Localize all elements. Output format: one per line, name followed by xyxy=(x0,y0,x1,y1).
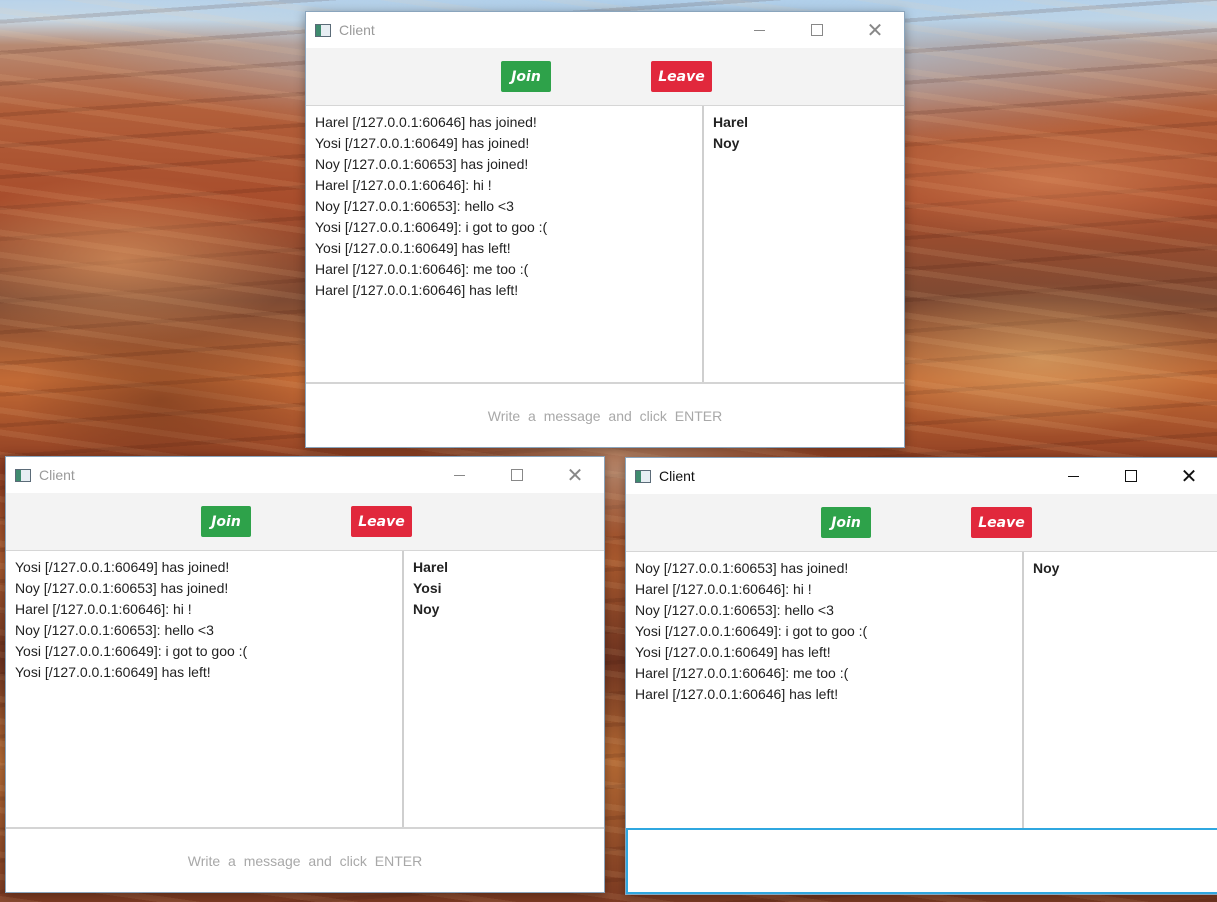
maximize-icon xyxy=(511,469,523,481)
close-icon: ✕ xyxy=(1180,464,1198,488)
title-bar[interactable]: Client ✕ xyxy=(306,12,904,48)
users-list[interactable]: Harel Noy xyxy=(704,106,904,382)
join-button[interactable]: Join xyxy=(501,61,551,92)
app-window-icon xyxy=(315,23,331,37)
close-button[interactable]: ✕ xyxy=(1160,458,1217,494)
users-list[interactable]: Harel Yosi Noy xyxy=(404,551,604,827)
app-window-icon xyxy=(15,468,31,482)
user-item[interactable]: Harel xyxy=(413,557,595,578)
minimize-button[interactable] xyxy=(730,12,788,48)
close-button[interactable]: ✕ xyxy=(546,457,604,493)
message-item: Noy [/127.0.0.1:60653]: hello <3 xyxy=(315,198,514,214)
message-item: Yosi [/127.0.0.1:60649] has left! xyxy=(315,240,511,256)
close-icon: ✕ xyxy=(566,463,584,487)
message-item: Noy [/127.0.0.1:60653] has joined! xyxy=(635,560,849,576)
message-item: Noy [/127.0.0.1:60653]: hello <3 xyxy=(15,622,214,638)
maximize-button[interactable] xyxy=(788,12,846,48)
leave-button[interactable]: Leave xyxy=(351,506,412,537)
message-item: Noy [/127.0.0.1:60653] has joined! xyxy=(15,580,229,596)
message-item: Yosi [/127.0.0.1:60649]: i got to goo :( xyxy=(315,219,548,235)
message-input-box[interactable] xyxy=(6,827,604,893)
minimize-button[interactable] xyxy=(430,457,488,493)
message-item: Harel [/127.0.0.1:60646]: hi ! xyxy=(635,581,812,597)
message-item: Harel [/127.0.0.1:60646]: me too :( xyxy=(635,665,849,681)
maximize-icon xyxy=(811,24,823,36)
message-item: Harel [/127.0.0.1:60646]: me too :( xyxy=(315,261,529,277)
message-item: Harel [/127.0.0.1:60646] has joined! xyxy=(315,114,537,130)
message-item: Harel [/127.0.0.1:60646] has left! xyxy=(315,282,519,298)
minimize-icon xyxy=(453,474,465,476)
messages-list[interactable]: Noy [/127.0.0.1:60653] has joined! Harel … xyxy=(626,552,1024,828)
close-button[interactable]: ✕ xyxy=(846,12,904,48)
message-item: Harel [/127.0.0.1:60646]: hi ! xyxy=(15,601,192,617)
app-window-icon xyxy=(635,469,651,483)
window-title: Client xyxy=(659,468,695,484)
window-title: Client xyxy=(39,467,75,483)
user-item[interactable]: Noy xyxy=(713,133,895,154)
message-input-box[interactable] xyxy=(306,382,904,448)
minimize-button[interactable] xyxy=(1044,458,1102,494)
message-item: Yosi [/127.0.0.1:60649] has left! xyxy=(15,664,211,680)
user-item[interactable]: Harel xyxy=(713,112,895,133)
message-item: Noy [/127.0.0.1:60653] has joined! xyxy=(315,156,529,172)
client-window-bottom-left[interactable]: Client ✕ Join Leave Yosi [/127.0.0.1:606… xyxy=(5,456,605,893)
message-input[interactable] xyxy=(306,383,904,448)
minimize-icon xyxy=(1067,475,1079,477)
message-item: Yosi [/127.0.0.1:60649]: i got to goo :( xyxy=(635,623,868,639)
maximize-button[interactable] xyxy=(488,457,546,493)
message-item: Yosi [/127.0.0.1:60649]: i got to goo :( xyxy=(15,643,248,659)
client-window-bottom-right[interactable]: Client ✕ Join Leave Noy [/127.0.0.1:6065… xyxy=(625,457,1217,895)
leave-button[interactable]: Leave xyxy=(651,61,712,92)
toolbar: Join Leave xyxy=(306,48,904,106)
message-item: Harel [/127.0.0.1:60646]: hi ! xyxy=(315,177,492,193)
messages-list[interactable]: Yosi [/127.0.0.1:60649] has joined! Noy [… xyxy=(6,551,404,827)
message-item: Noy [/127.0.0.1:60653]: hello <3 xyxy=(635,602,834,618)
message-input-box[interactable] xyxy=(626,828,1217,894)
message-item: Yosi [/127.0.0.1:60649] has joined! xyxy=(15,559,230,575)
user-item[interactable]: Noy xyxy=(1033,558,1217,579)
join-button[interactable]: Join xyxy=(821,507,871,538)
message-item: Yosi [/127.0.0.1:60649] has joined! xyxy=(315,135,530,151)
close-icon: ✕ xyxy=(866,18,884,42)
message-input[interactable] xyxy=(6,828,604,893)
title-bar[interactable]: Client ✕ xyxy=(626,458,1217,494)
message-item: Harel [/127.0.0.1:60646] has left! xyxy=(635,686,839,702)
minimize-icon xyxy=(753,29,765,31)
maximize-icon xyxy=(1125,470,1137,482)
user-item[interactable]: Noy xyxy=(413,599,595,620)
client-window-top[interactable]: Client ✕ Join Leave Harel [/127.0.0.1:60… xyxy=(305,11,905,448)
users-list[interactable]: Noy xyxy=(1024,552,1217,828)
messages-list[interactable]: Harel [/127.0.0.1:60646] has joined! Yosi… xyxy=(306,106,704,382)
maximize-button[interactable] xyxy=(1102,458,1160,494)
toolbar: Join Leave xyxy=(626,494,1217,552)
join-button[interactable]: Join xyxy=(201,506,251,537)
leave-button[interactable]: Leave xyxy=(971,507,1032,538)
user-item[interactable]: Yosi xyxy=(413,578,595,599)
message-input[interactable] xyxy=(628,829,1217,893)
toolbar: Join Leave xyxy=(6,493,604,551)
window-title: Client xyxy=(339,22,375,38)
message-item: Yosi [/127.0.0.1:60649] has left! xyxy=(635,644,831,660)
title-bar[interactable]: Client ✕ xyxy=(6,457,604,493)
